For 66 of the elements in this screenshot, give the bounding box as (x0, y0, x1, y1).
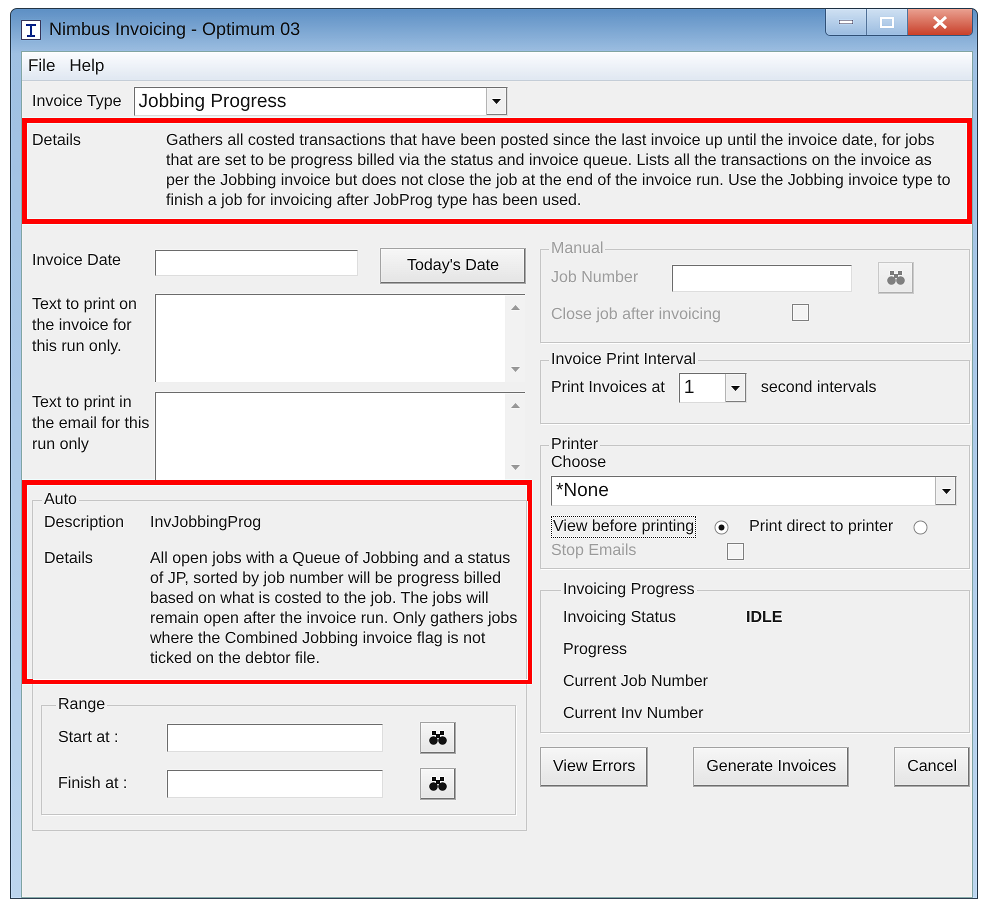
status-label: Progress (563, 641, 628, 659)
field-label: Choose (551, 454, 606, 471)
menu-item[interactable]: File (28, 56, 56, 76)
action-button[interactable]: View Errors (540, 747, 648, 787)
field-label: Finish at : (58, 775, 128, 793)
group-title: Invoice Print Interval (550, 351, 697, 369)
details-label: Details (32, 131, 82, 151)
minimize-button[interactable] (826, 9, 867, 35)
caret-icon (942, 488, 950, 494)
scroll-up-icon (510, 305, 520, 310)
interval-dropdown[interactable]: 1 (678, 373, 747, 403)
action-button[interactable]: Cancel (894, 747, 970, 787)
printer-dropdown[interactable]: *None (551, 476, 957, 506)
status-label: Current Inv Number (563, 705, 704, 723)
description-text: InvJobbingProg (150, 513, 262, 533)
status-value: IDLE (746, 609, 782, 627)
details-text: Gathers all costed transactions that have been posted since the last invoice up until the invoice date, for jobs that are set to be progress billed via the status and invoice queue. Lists all the transactions on the invoice as per the Jobbing invoice but does not close the job at the end of the invoice run. Use the Jobbing invoice type to finish a job for invoicing after JobProg type has been used. (166, 131, 952, 211)
caret-icon (492, 99, 502, 104)
binoculars-icon (429, 731, 447, 745)
maximize-button[interactable] (867, 9, 908, 35)
group-title: Manual (550, 240, 604, 258)
search-button[interactable] (420, 722, 456, 754)
radio-button[interactable] (913, 520, 928, 534)
status-label: Invoicing Status (563, 609, 677, 627)
minimize-icon (839, 20, 853, 24)
invoice-date-field[interactable] (155, 250, 358, 276)
status-label: Current Job Number (563, 673, 709, 691)
field-label: Description (44, 513, 126, 533)
radio-button[interactable] (714, 520, 730, 534)
group-title: Printer (550, 436, 600, 454)
scroll-down-icon (510, 367, 520, 372)
window-title: Nimbus Invoicing - Optimum 03 (49, 19, 300, 40)
radio-label: Print direct to printer (748, 517, 894, 537)
binoculars-icon (429, 777, 447, 791)
invoice-type-dropdown[interactable]: Jobbing Progress (134, 87, 508, 116)
radio-label: View before printing (551, 516, 696, 538)
field-label: Invoice Type (32, 92, 122, 110)
finish-field[interactable] (167, 770, 383, 798)
binoculars-icon (887, 271, 905, 285)
group-title: Range (57, 696, 106, 714)
caret-icon (731, 386, 740, 390)
scroll-up-icon (510, 403, 520, 408)
field-label: Invoice Date (32, 251, 122, 270)
todays-date-button[interactable]: Today's Date (380, 248, 526, 284)
maximize-icon (880, 16, 894, 28)
field-label: Start at : (58, 729, 120, 747)
details-text: All open jobs with a Queue of Jobbing and a status of JP, sorted by job number will be progress billed based on what is costed to the job. The jobs will remain open after the invoice run. Only gathers jobs where the Combined Jobbing invoice flag is not ticked on the debtor file. (150, 549, 518, 669)
checkbox-label: Stop Emails (551, 542, 638, 560)
close-button[interactable] (908, 9, 972, 35)
start-field[interactable] (167, 724, 383, 752)
field-label: second intervals (760, 379, 876, 397)
field-label: Print Invoices at (551, 379, 665, 397)
group-title: Invoicing Progress (562, 581, 696, 599)
group-title: Auto (43, 491, 78, 509)
action-button[interactable]: Generate Invoices (693, 747, 850, 787)
close-icon (933, 16, 947, 28)
search-button[interactable] (420, 768, 456, 800)
field-label: Text to print in the email for this run only (32, 393, 150, 455)
menu-item[interactable]: Help (69, 56, 104, 76)
field-label: Text to print on the invoice for this run only. (32, 295, 138, 357)
app-icon (21, 20, 41, 40)
scroll-down-icon (510, 465, 520, 470)
checkbox-label: Close job after invoicing (551, 306, 721, 324)
field-label: Details (44, 549, 94, 569)
field-label: Job Number (551, 269, 640, 287)
scrollbar[interactable] (505, 393, 525, 480)
